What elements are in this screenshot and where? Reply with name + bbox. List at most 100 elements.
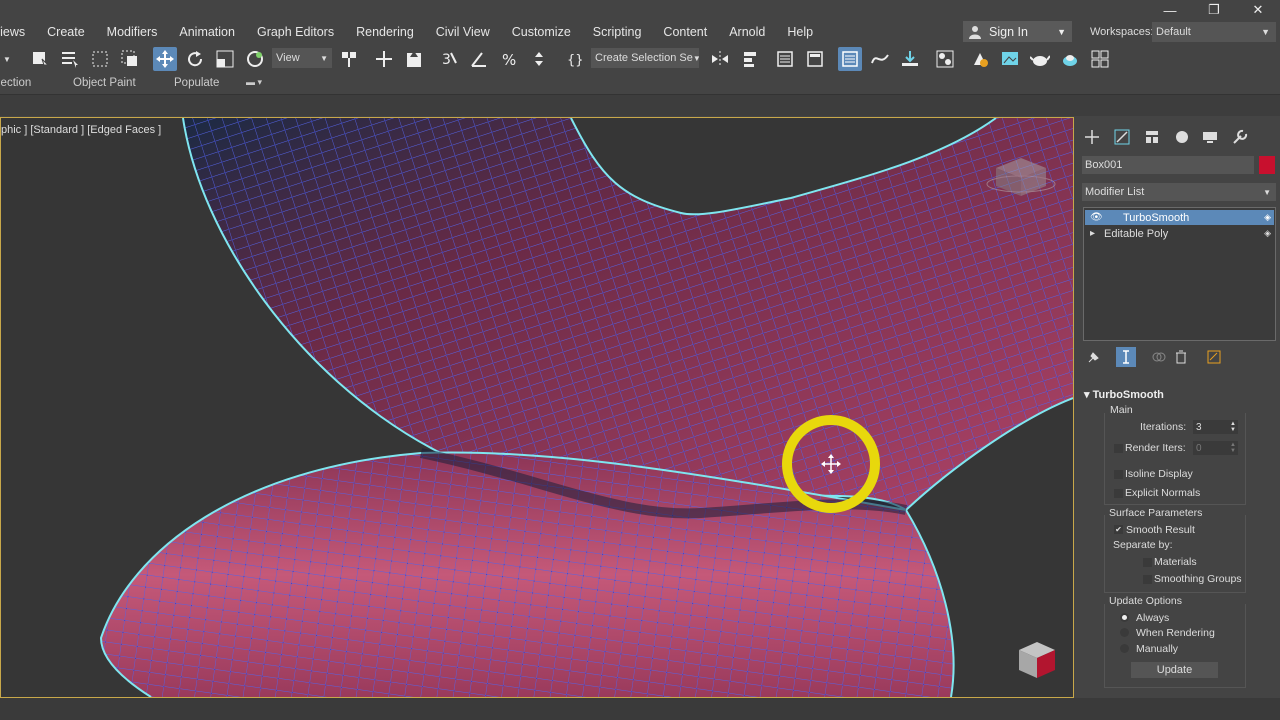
ribbon-tab-populate[interactable]: Populate <box>174 77 219 89</box>
sign-in-button[interactable]: Sign In ▼ <box>963 21 1072 42</box>
select-object-button[interactable] <box>28 47 52 71</box>
chevron-down-icon: ▼ <box>320 53 328 63</box>
schematic-view-button[interactable] <box>898 47 922 71</box>
ribbon-tab-selection[interactable]: lection <box>0 77 31 89</box>
angle-snap-button[interactable] <box>467 47 491 71</box>
utilities-tab[interactable] <box>1230 127 1250 147</box>
separate-by-label: Separate by: <box>1113 539 1173 551</box>
smooth-result-checkbox[interactable]: ✔ <box>1114 525 1123 534</box>
make-unique-button[interactable] <box>1149 347 1169 367</box>
select-and-scale-button[interactable] <box>213 47 237 71</box>
workspaces-label: Workspaces: <box>1090 26 1154 38</box>
ribbon-options-icon[interactable]: ▬ ▾ <box>246 77 262 88</box>
window-crossing-button[interactable] <box>118 47 142 71</box>
render-iters-checkbox[interactable] <box>1114 444 1123 453</box>
ribbon-tab-object-paint[interactable]: Object Paint <box>73 77 136 89</box>
restore-button[interactable]: ❐ <box>1192 0 1236 20</box>
snaps-toggle-button[interactable]: 3 <box>437 47 461 71</box>
rendered-frame-window-button[interactable] <box>998 47 1022 71</box>
reference-coordinate-select[interactable]: View ▼ <box>272 48 332 68</box>
viewport-label[interactable]: phic ] [Standard ] [Edged Faces ] <box>1 124 161 136</box>
menu-graph-editors[interactable]: Graph Editors <box>246 25 345 39</box>
svg-text:%: % <box>502 51 516 69</box>
pivot-center-button[interactable] <box>337 47 361 71</box>
spinner-arrows-icon[interactable]: ▲ ▼ <box>1230 421 1236 433</box>
modify-tab[interactable] <box>1112 127 1132 147</box>
menu-create[interactable]: Create <box>36 25 96 39</box>
render-iters-spinner[interactable]: 0 ▲ ▼ <box>1193 441 1238 455</box>
keyboard-shortcut-override-button[interactable] <box>402 47 426 71</box>
render-shortcuts-button[interactable] <box>1088 47 1112 71</box>
close-button[interactable]: ✕ <box>1236 0 1280 20</box>
eye-icon[interactable]: 👁 <box>1090 212 1103 223</box>
iterations-value: 3 <box>1196 421 1202 433</box>
materials-checkbox[interactable] <box>1143 558 1152 567</box>
menu-rendering[interactable]: Rendering <box>345 25 425 39</box>
scene-explorer-button[interactable] <box>838 47 862 71</box>
menu-civil-view[interactable]: Civil View <box>425 25 501 39</box>
select-and-move-button[interactable] <box>153 47 177 71</box>
menu-arnold[interactable]: Arnold <box>718 25 776 39</box>
selection-filter-dropdown[interactable]: ▼ <box>0 47 18 71</box>
select-and-rotate-button[interactable] <box>183 47 207 71</box>
menu-modifiers[interactable]: Modifiers <box>96 25 169 39</box>
display-tab[interactable] <box>1200 127 1220 147</box>
object-name-field[interactable]: Box001 <box>1082 156 1254 174</box>
menu-customize[interactable]: Customize <box>501 25 582 39</box>
manually-radio[interactable] <box>1120 644 1129 653</box>
explicit-normals-label: Explicit Normals <box>1125 487 1201 499</box>
menu-scripting[interactable]: Scripting <box>582 25 653 39</box>
workspace-select[interactable]: Default ▼ <box>1152 22 1276 42</box>
pin-icon: ◈ <box>1264 228 1271 238</box>
layer-explorer-button[interactable] <box>773 47 797 71</box>
menu-animation[interactable]: Animation <box>168 25 246 39</box>
stack-item-turbosmooth[interactable]: 👁 TurboSmooth ◈ <box>1085 210 1274 225</box>
remove-modifier-button[interactable] <box>1171 347 1191 367</box>
render-production-button[interactable] <box>1028 47 1052 71</box>
menu-views[interactable]: Views <box>0 25 36 39</box>
always-radio[interactable] <box>1120 613 1129 622</box>
select-by-name-button[interactable] <box>58 47 82 71</box>
align-button[interactable] <box>738 47 762 71</box>
update-button[interactable]: Update <box>1131 662 1218 678</box>
select-and-place-button[interactable] <box>243 47 267 71</box>
modifier-list-label: Modifier List <box>1085 186 1145 198</box>
edit-named-selection-button[interactable]: {} <box>562 47 586 71</box>
render-cloud-icon <box>1063 55 1077 66</box>
rectangular-selection-button[interactable] <box>88 47 112 71</box>
named-selection-sets-select[interactable]: Create Selection Se ▼ <box>591 48 699 68</box>
motion-tab[interactable] <box>1172 127 1192 147</box>
material-editor-button[interactable] <box>933 47 957 71</box>
spinner-arrows-icon[interactable]: ▲ ▼ <box>1230 442 1236 454</box>
curve-editor-button[interactable] <box>868 47 892 71</box>
mirror-button[interactable] <box>708 47 732 71</box>
when-rendering-radio[interactable] <box>1120 628 1129 637</box>
explicit-normals-checkbox[interactable] <box>1114 489 1123 498</box>
status-bar <box>0 698 1280 720</box>
spinner-snap-button[interactable] <box>527 47 551 71</box>
perspective-viewport[interactable]: phic ] [Standard ] [Edged Faces ] <box>0 117 1074 698</box>
percent-snap-button[interactable]: % <box>497 47 521 71</box>
manually-label: Manually <box>1136 643 1179 655</box>
minimize-button[interactable]: — <box>1148 0 1192 20</box>
hierarchy-tab[interactable] <box>1142 127 1162 147</box>
smoothing-groups-checkbox[interactable] <box>1143 575 1152 584</box>
turbosmooth-rollout-header[interactable]: ▾ TurboSmooth <box>1084 388 1164 401</box>
menu-help[interactable]: Help <box>776 25 824 39</box>
isoline-display-checkbox[interactable] <box>1114 470 1123 479</box>
stack-item-editable-poly[interactable]: ▸ Editable Poly ◈ <box>1085 226 1274 241</box>
render-setup-button[interactable] <box>968 47 992 71</box>
menu-content[interactable]: Content <box>652 25 718 39</box>
iterations-spinner[interactable]: 3 ▲ ▼ <box>1193 420 1238 434</box>
modifier-list-dropdown[interactable]: Modifier List ▼ <box>1082 183 1276 201</box>
toggle-ribbon-button[interactable] <box>803 47 827 71</box>
expand-arrow-icon[interactable]: ▸ <box>1090 228 1095 239</box>
configure-sets-button[interactable] <box>1204 347 1224 367</box>
show-end-result-button[interactable] <box>1116 347 1136 367</box>
create-tab[interactable] <box>1082 127 1102 147</box>
pin-stack-button[interactable] <box>1084 347 1104 367</box>
select-manipulate-button[interactable] <box>372 47 396 71</box>
render-in-cloud-button[interactable] <box>1058 47 1082 71</box>
select-object-icon <box>33 52 50 69</box>
object-color-swatch[interactable] <box>1259 156 1275 174</box>
